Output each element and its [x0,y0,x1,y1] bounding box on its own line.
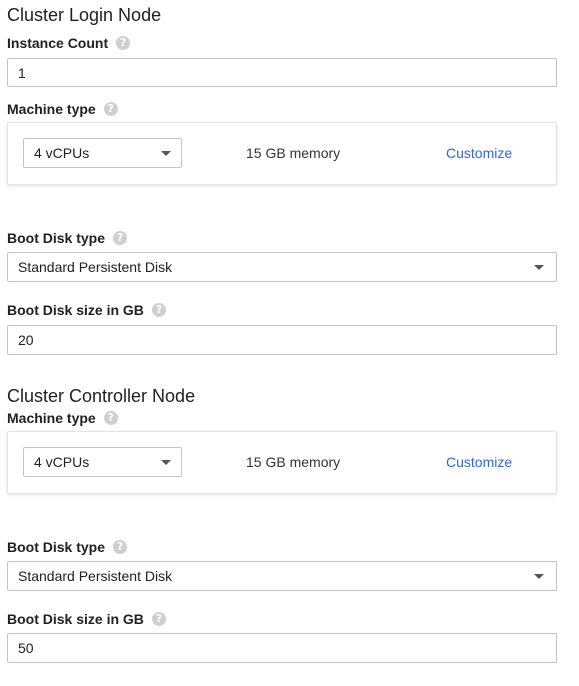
help-icon[interactable]: ? [151,612,166,626]
instance-count-label: Instance Count ? [7,34,131,52]
login-machine-type-card: 4 vCPUs 15 GB memory Customize [7,122,557,185]
login-boot-disk-type-label-text: Boot Disk type [7,230,106,246]
login-boot-disk-type-value: Standard Persistent Disk [18,259,173,275]
controller-boot-disk-size-input[interactable]: 50 [7,633,557,663]
controller-boot-disk-size-label: Boot Disk size in GB ? [7,610,166,628]
caret-down-icon [534,573,544,579]
controller-machine-type-label: Machine type ? [7,409,118,427]
help-icon[interactable]: ? [103,102,118,116]
controller-boot-disk-type-value: Standard Persistent Disk [18,568,173,584]
login-boot-disk-size-label-text: Boot Disk size in GB [7,302,144,318]
instance-count-label-text: Instance Count [7,35,109,51]
controller-boot-disk-size-label-text: Boot Disk size in GB [7,611,144,627]
controller-machine-type-label-text: Machine type [7,410,96,426]
login-cpu-select-value: 4 vCPUs [34,145,90,161]
login-boot-disk-type-label: Boot Disk type ? [7,229,128,247]
instance-count-input[interactable]: 1 [7,58,557,87]
help-icon[interactable]: ? [103,411,118,425]
caret-down-icon [161,150,171,156]
help-icon[interactable]: ? [113,231,128,245]
help-icon[interactable]: ? [113,540,128,554]
controller-section-title: Cluster Controller Node [7,386,196,406]
controller-customize-link[interactable]: Customize [446,454,512,470]
controller-cpu-select[interactable]: 4 vCPUs [23,447,182,477]
login-machine-type-label: Machine type ? [7,100,118,118]
caret-down-icon [534,264,544,270]
caret-down-icon [161,459,171,465]
login-customize-link[interactable]: Customize [446,145,512,161]
controller-boot-disk-type-select[interactable]: Standard Persistent Disk [7,561,557,591]
login-cpu-select[interactable]: 4 vCPUs [23,138,182,168]
login-boot-disk-type-select[interactable]: Standard Persistent Disk [7,252,557,282]
login-boot-disk-size-label: Boot Disk size in GB ? [7,301,166,319]
controller-cpu-select-value: 4 vCPUs [34,454,90,470]
help-icon[interactable]: ? [151,303,166,317]
controller-machine-type-card: 4 vCPUs 15 GB memory Customize [7,431,557,494]
controller-boot-disk-type-label: Boot Disk type ? [7,538,128,556]
controller-memory-text: 15 GB memory [246,454,341,470]
login-boot-disk-size-input[interactable]: 20 [7,325,557,355]
login-memory-text: 15 GB memory [246,145,341,161]
login-section-title: Cluster Login Node [7,5,162,25]
controller-boot-disk-type-label-text: Boot Disk type [7,539,106,555]
help-icon[interactable]: ? [116,36,131,50]
login-machine-type-label-text: Machine type [7,101,96,117]
